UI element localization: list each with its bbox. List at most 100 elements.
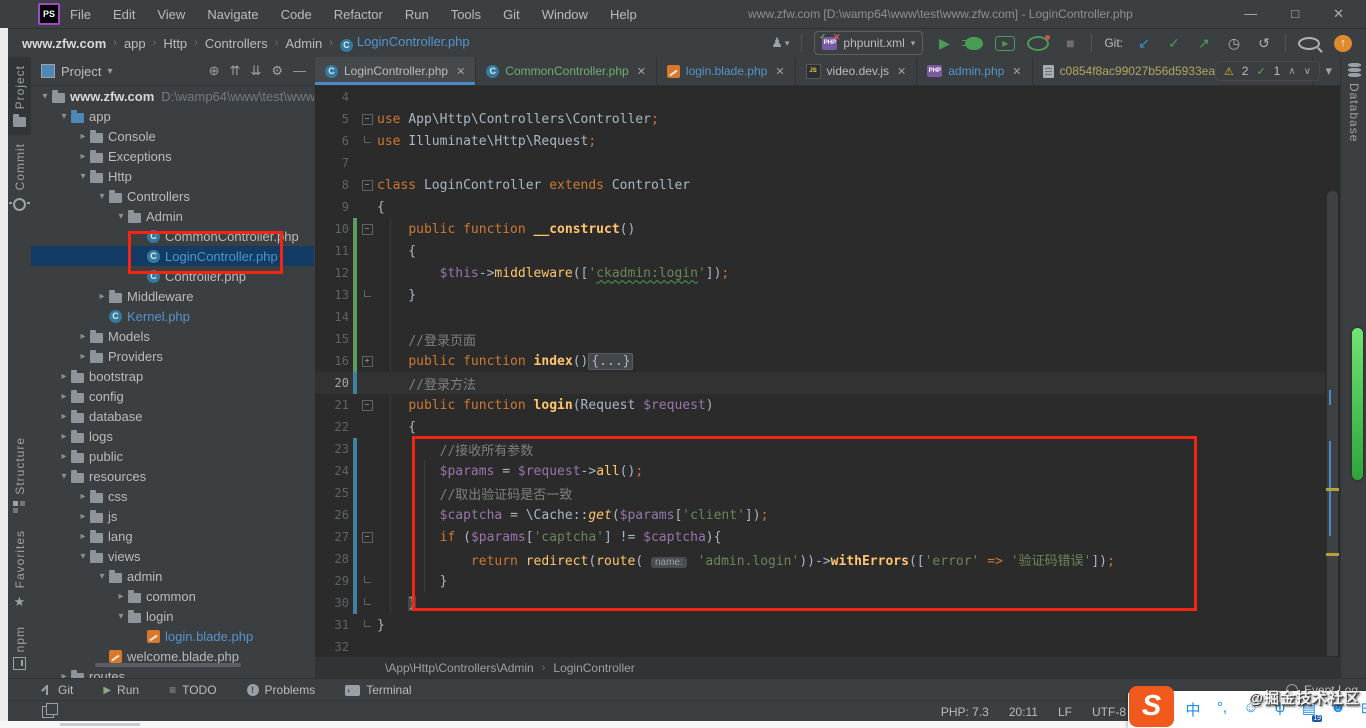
tab-login-blade-php[interactable]: login.blade.php✕ [657,57,796,85]
fold-collapse-icon[interactable]: − [362,224,373,235]
tool-button-favorites[interactable]: Favorites★ [8,522,31,617]
chevron-right-icon[interactable]: ▸ [76,531,90,542]
line-separator[interactable]: LF [1058,705,1072,719]
code-line-15[interactable]: 15 //登录页面 [315,328,1325,350]
tree-item-js[interactable]: ▸js [31,506,314,526]
layout-icon[interactable] [42,706,54,718]
fold-gutter[interactable]: − [357,224,377,235]
history-button[interactable]: ◷ [1225,33,1243,53]
tool-button-terminal[interactable]: ›Terminal [345,683,411,697]
fold-gutter[interactable] [357,601,377,605]
sogou-logo-icon[interactable]: S [1129,686,1174,727]
profiler-button[interactable] [1027,36,1049,51]
fold-collapse-icon[interactable]: − [362,400,373,411]
tree-item-models[interactable]: ▸Models [31,326,314,346]
ime-icon[interactable]: 中 [1184,699,1202,720]
tool-button-todo[interactable]: ≡TODO [169,683,216,697]
code-line-13[interactable]: 13 } [315,284,1325,306]
chevron-right-icon[interactable]: ▸ [57,431,71,442]
chevron-down-icon[interactable]: ▾ [114,611,128,622]
code-line-12[interactable]: 12 $this->middleware(['ckadmin:login']); [315,262,1325,284]
fold-gutter[interactable] [357,293,377,297]
fold-end-icon[interactable] [364,290,371,297]
tree-item-kernel-php[interactable]: CKernel.php [31,306,314,326]
tab-admin-php[interactable]: PHPadmin.php✕ [917,57,1032,85]
close-icon[interactable]: ✕ [456,65,465,78]
menu-item-window[interactable]: Window [542,7,588,22]
tree-item-admin[interactable]: ▾admin [31,566,314,586]
tree-item-public[interactable]: ▸public [31,446,314,466]
menu-item-view[interactable]: View [157,7,185,22]
code-line-11[interactable]: 11 { [315,240,1325,262]
chevron-down-icon[interactable]: ▾ [76,551,90,562]
tree-item-app[interactable]: ▾app [31,106,314,126]
menu-item-code[interactable]: Code [281,7,312,22]
fold-collapse-icon[interactable]: − [362,532,373,543]
run-button[interactable]: ▶ [935,33,953,53]
close-icon[interactable]: ✕ [1012,65,1021,78]
code-line-20[interactable]: 20 //登录方法 [315,372,1325,394]
close-button[interactable]: ✕ [1333,6,1344,22]
tree-item-config[interactable]: ▸config [31,386,314,406]
update-project-button[interactable]: ↙ [1135,33,1153,53]
php-version[interactable]: PHP: 7.3 [941,705,989,719]
code-line-9[interactable]: 9{ [315,196,1325,218]
chevron-right-icon[interactable]: ▸ [57,371,71,382]
breadcrumb-item[interactable]: Http [163,36,187,51]
fold-gutter[interactable] [357,623,377,627]
chevron-right-icon[interactable]: ▸ [57,451,71,462]
chevron-right-icon[interactable]: ▸ [76,331,90,342]
fold-gutter[interactable]: − [357,532,377,543]
code-line-7[interactable]: 7 [315,152,1325,174]
tree-horizontal-scrollbar[interactable] [95,663,241,667]
inspections-widget[interactable]: ⚠2 ✓1 ∧ ∨ [1215,61,1320,81]
tree-item-providers[interactable]: ▸Providers [31,346,314,366]
code-line-22[interactable]: 22 { [315,416,1325,438]
close-icon[interactable]: ✕ [637,65,646,78]
tree-item-lang[interactable]: ▸lang [31,526,314,546]
prev-problem-icon[interactable]: ∧ [1288,66,1295,77]
breadcrumb-item[interactable]: Admin [285,36,322,51]
close-icon[interactable]: ✕ [775,65,784,78]
coverage-button[interactable]: ▶ [995,36,1015,51]
fold-expand-icon[interactable]: + [362,356,373,367]
locate-button[interactable]: ⊕ [209,63,220,79]
fold-gutter[interactable]: − [357,400,377,411]
tree-item-login-blade-php[interactable]: login.blade.php [31,626,314,646]
tree-item-middleware[interactable]: ▸Middleware [31,286,314,306]
hidden-tabs-button[interactable]: ▾ [1325,57,1340,85]
tool-button-problems[interactable]: !Problems [247,683,316,697]
fold-end-icon[interactable] [364,620,371,627]
tab-commoncontroller-php[interactable]: CCommonController.php✕ [476,57,657,85]
editor-breadcrumb-item[interactable]: \App\Http\Controllers\Admin [385,661,534,675]
chevron-down-icon[interactable]: ▾ [38,91,52,102]
fold-end-icon[interactable] [364,598,371,605]
editor-scrollbar[interactable] [1325,86,1340,655]
chevron-right-icon[interactable]: ▸ [76,511,90,522]
chevron-down-icon[interactable]: ▾ [95,571,109,582]
tree-item-database[interactable]: ▸database [31,406,314,426]
tree-item-bootstrap[interactable]: ▸bootstrap [31,366,314,386]
code-with-me-button[interactable]: ↑ [1334,35,1352,52]
menu-item-file[interactable]: File [70,7,91,22]
code-line-16[interactable]: 16+ public function index(){...} [315,350,1325,372]
fold-gutter[interactable] [357,579,377,583]
fold-gutter[interactable] [357,139,377,143]
tab-video-dev-js[interactable]: JSvideo.dev.js✕ [796,57,918,85]
fold-collapse-icon[interactable]: − [362,180,373,191]
breadcrumb-item[interactable]: Controllers [205,36,268,51]
chevron-down-icon[interactable]: ▾ [114,211,128,222]
tree-item-login[interactable]: ▾login [31,606,314,626]
code-line-5[interactable]: 5−use App\Http\Controllers\Controller; [315,108,1325,130]
user-profile-button[interactable]: ♟▾ [771,33,789,53]
chevron-right-icon[interactable]: ▸ [76,351,90,362]
search-everywhere-button[interactable] [1298,37,1320,50]
close-icon[interactable]: ✕ [897,65,906,78]
tool-button-run[interactable]: ▶Run [103,683,139,697]
code-line-31[interactable]: 31} [315,614,1325,636]
maximize-button[interactable]: □ [1291,6,1299,22]
chevron-right-icon[interactable]: ▸ [57,411,71,422]
tool-button-structure[interactable]: Structure [8,429,31,523]
code-line-4[interactable]: 4 [315,86,1325,108]
fold-gutter[interactable]: − [357,180,377,191]
